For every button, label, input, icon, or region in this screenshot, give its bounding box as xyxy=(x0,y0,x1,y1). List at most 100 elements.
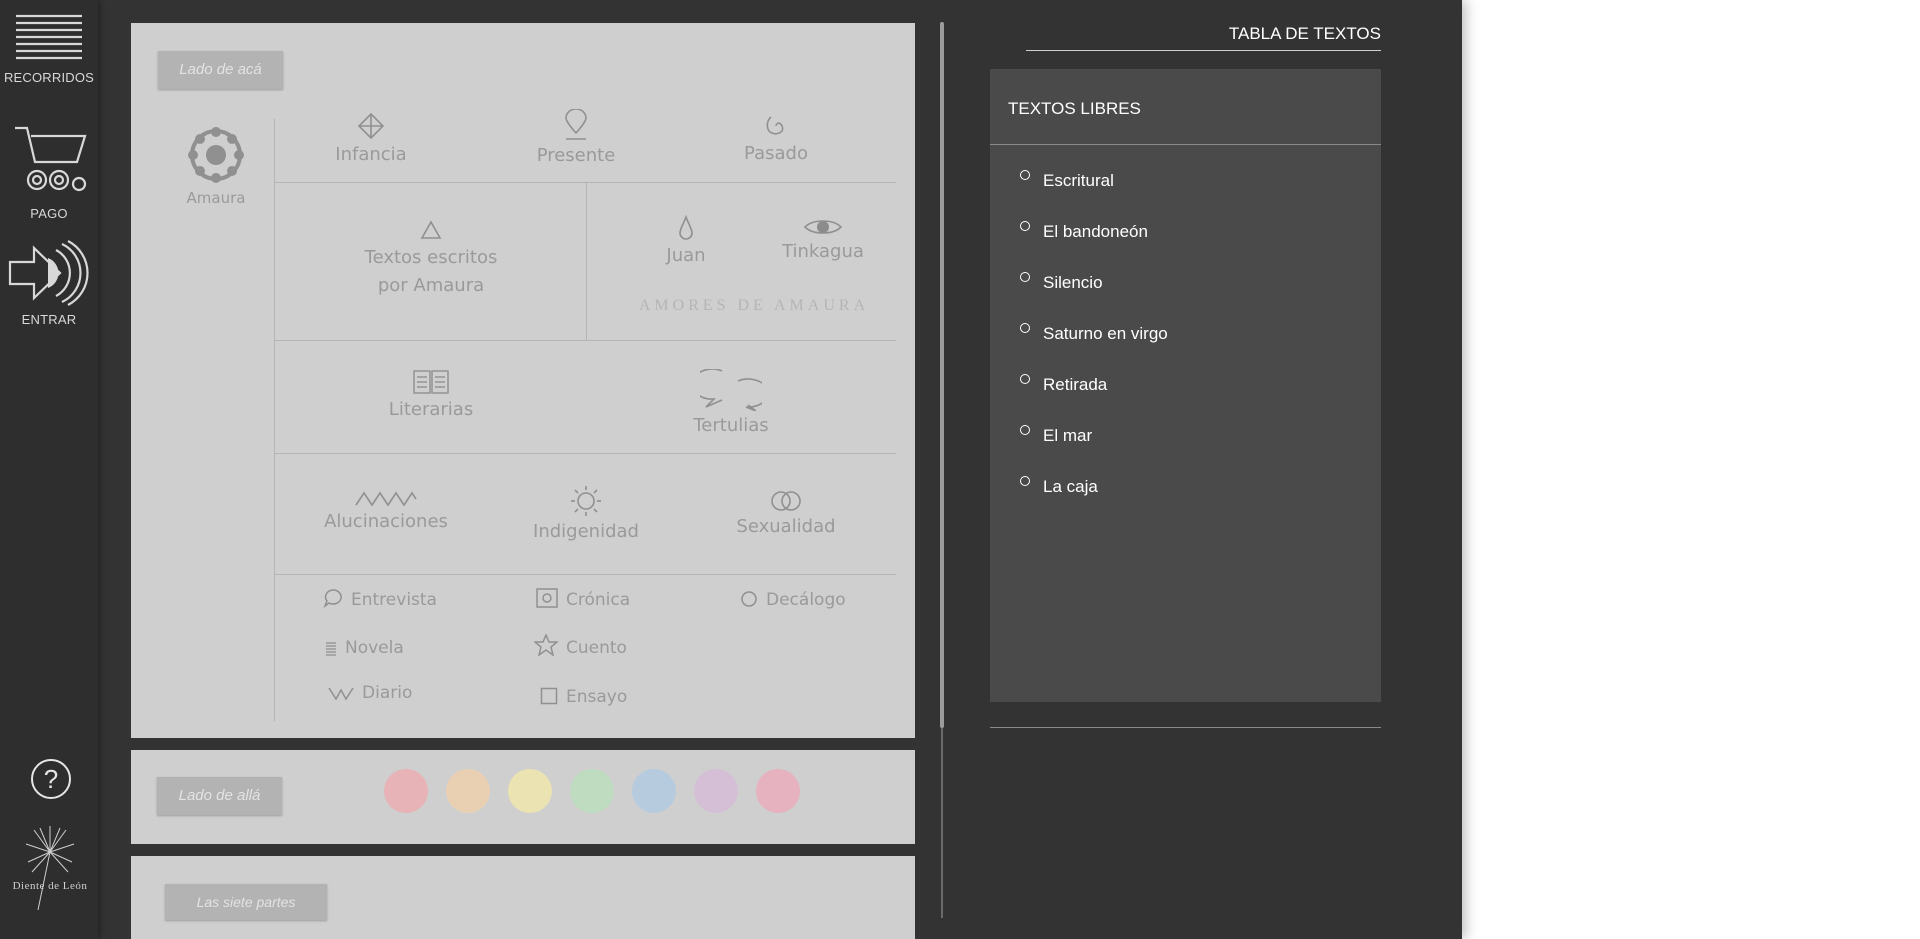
spiral-icon xyxy=(766,116,784,135)
lado-alla-panel: Lado de allá xyxy=(131,750,915,844)
pasado-item[interactable]: Pasado xyxy=(716,113,836,164)
textos-escritos-line2: por Amaura xyxy=(377,275,485,296)
tinkagua-item[interactable]: Tinkagua xyxy=(763,217,883,262)
infancia-label: Infancia xyxy=(335,144,407,165)
indigenidad-item[interactable]: Indigenidad xyxy=(506,485,666,542)
triangle-icon xyxy=(420,220,442,239)
alucinaciones-label: Alucinaciones xyxy=(324,511,448,532)
dandelion-icon xyxy=(25,826,75,911)
bullet-icon xyxy=(1020,221,1030,231)
color-dot-4[interactable] xyxy=(570,769,614,813)
entrevista-label: Entrevista xyxy=(351,590,437,610)
juan-item[interactable]: Juan xyxy=(641,215,731,266)
zigzag-icon xyxy=(355,491,417,507)
nav-pago[interactable]: PAGO xyxy=(0,124,98,221)
textos-escritos-item[interactable]: Textos escritos por Amaura xyxy=(331,220,531,300)
arrow-enter-icon xyxy=(8,240,89,306)
ensayo-label: Ensayo xyxy=(566,687,628,707)
wave-icon xyxy=(328,687,354,701)
color-dot-5[interactable] xyxy=(632,769,676,813)
text-item-bandoneon[interactable]: El bandoneón xyxy=(1020,221,1148,242)
presente-label: Presente xyxy=(536,145,616,166)
pin-icon xyxy=(565,109,587,140)
framed-circle-icon xyxy=(536,588,558,608)
grid-hline-2 xyxy=(275,340,896,341)
text-item-label: Saturno en virgo xyxy=(1043,324,1168,343)
lado-alla-button[interactable]: Lado de allá xyxy=(157,777,282,815)
app-window: RECORRIDOS PAGO ENTRAR ? Diente de León … xyxy=(0,0,1462,939)
novela-item[interactable]: Novela xyxy=(325,638,404,658)
nav-recorridos[interactable]: RECORRIDOS xyxy=(0,12,98,85)
presente-item[interactable]: Presente xyxy=(511,109,641,166)
color-dot-6[interactable] xyxy=(694,769,738,813)
text-item-retirada[interactable]: Retirada xyxy=(1020,374,1107,395)
grid-vline-mid xyxy=(586,183,587,340)
right-divider xyxy=(990,727,1381,728)
flower-icon xyxy=(188,127,244,183)
tertulias-label: Tertulias xyxy=(693,415,769,436)
decalogo-item[interactable]: Decálogo xyxy=(740,590,846,610)
scrollbar-thumb[interactable] xyxy=(940,22,944,728)
square-icon xyxy=(540,687,558,705)
amaura-item[interactable]: Amaura xyxy=(171,127,261,208)
juan-label: Juan xyxy=(666,245,706,266)
bullet-icon xyxy=(1020,425,1030,435)
grid-hline-4 xyxy=(275,574,896,575)
color-dot-3[interactable] xyxy=(508,769,552,813)
bullet-icon xyxy=(1020,323,1030,333)
text-item-saturno[interactable]: Saturno en virgo xyxy=(1020,323,1168,344)
literarias-item[interactable]: Literarias xyxy=(361,369,501,420)
text-item-silencio[interactable]: Silencio xyxy=(1020,272,1103,293)
drop-icon xyxy=(679,215,693,240)
textos-libres-heading: TEXTOS LIBRES xyxy=(990,69,1381,145)
lado-aca-button[interactable]: Lado de acá xyxy=(158,51,283,89)
cronica-item[interactable]: Crónica xyxy=(536,588,630,610)
diario-label: Diario xyxy=(362,683,413,703)
diario-item[interactable]: Diario xyxy=(328,683,412,703)
siete-partes-panel: Las siete partes xyxy=(131,856,915,939)
sexualidad-item[interactable]: Sexualidad xyxy=(716,490,856,537)
menu-lines-icon xyxy=(16,14,82,60)
rings-icon xyxy=(771,491,801,511)
text-item-label: Silencio xyxy=(1043,273,1103,292)
cuento-item[interactable]: Cuento xyxy=(532,633,627,658)
siete-partes-button[interactable]: Las siete partes xyxy=(165,884,327,920)
amores-caption: AMORES DE AMAURA xyxy=(638,297,870,314)
textos-escritos-line1: Textos escritos xyxy=(364,247,498,268)
nav-entrar[interactable]: ENTRAR xyxy=(0,240,98,327)
help-button[interactable]: ? xyxy=(31,759,71,799)
text-item-label: El bandoneón xyxy=(1043,222,1148,241)
nav-recorridos-label: RECORRIDOS xyxy=(3,70,95,85)
color-dot-1[interactable] xyxy=(384,769,428,813)
infancia-item[interactable]: Infancia xyxy=(311,112,431,165)
logo-text: Diente de León xyxy=(12,880,88,892)
logo: Diente de León xyxy=(4,822,96,918)
sexualidad-label: Sexualidad xyxy=(736,516,836,537)
bullet-icon xyxy=(1020,272,1030,282)
text-item-label: Escritural xyxy=(1043,171,1114,190)
text-item-la-caja[interactable]: La caja xyxy=(1020,476,1098,497)
chat-bubble-icon xyxy=(323,589,342,609)
alucinaciones-item[interactable]: Alucinaciones xyxy=(311,489,461,532)
text-item-el-mar[interactable]: El mar xyxy=(1020,425,1092,446)
tinkagua-label: Tinkagua xyxy=(782,241,864,262)
star-icon xyxy=(532,633,560,657)
circle-icon xyxy=(741,591,757,607)
lado-aca-panel: Lado de acá Amaura Infancia Presente Pas… xyxy=(131,23,915,738)
bullet-icon xyxy=(1020,374,1030,384)
bullet-icon xyxy=(1020,476,1030,486)
entrevista-item[interactable]: Entrevista xyxy=(323,588,437,610)
decalogo-label: Decálogo xyxy=(766,590,846,610)
diamond-cross-icon xyxy=(357,112,385,140)
lines-icon xyxy=(326,642,336,656)
ensayo-item[interactable]: Ensayo xyxy=(540,687,627,707)
novela-label: Novela xyxy=(345,638,404,658)
color-dot-2[interactable] xyxy=(446,769,490,813)
color-dot-7[interactable] xyxy=(756,769,800,813)
text-item-label: Retirada xyxy=(1043,375,1108,394)
cart-spiral-icon xyxy=(15,126,87,192)
tertulias-item[interactable]: Tertulias xyxy=(661,369,801,436)
text-item-label: La caja xyxy=(1043,477,1098,496)
text-item-escritural[interactable]: Escritural xyxy=(1020,170,1114,191)
text-item-label: El mar xyxy=(1043,426,1093,445)
